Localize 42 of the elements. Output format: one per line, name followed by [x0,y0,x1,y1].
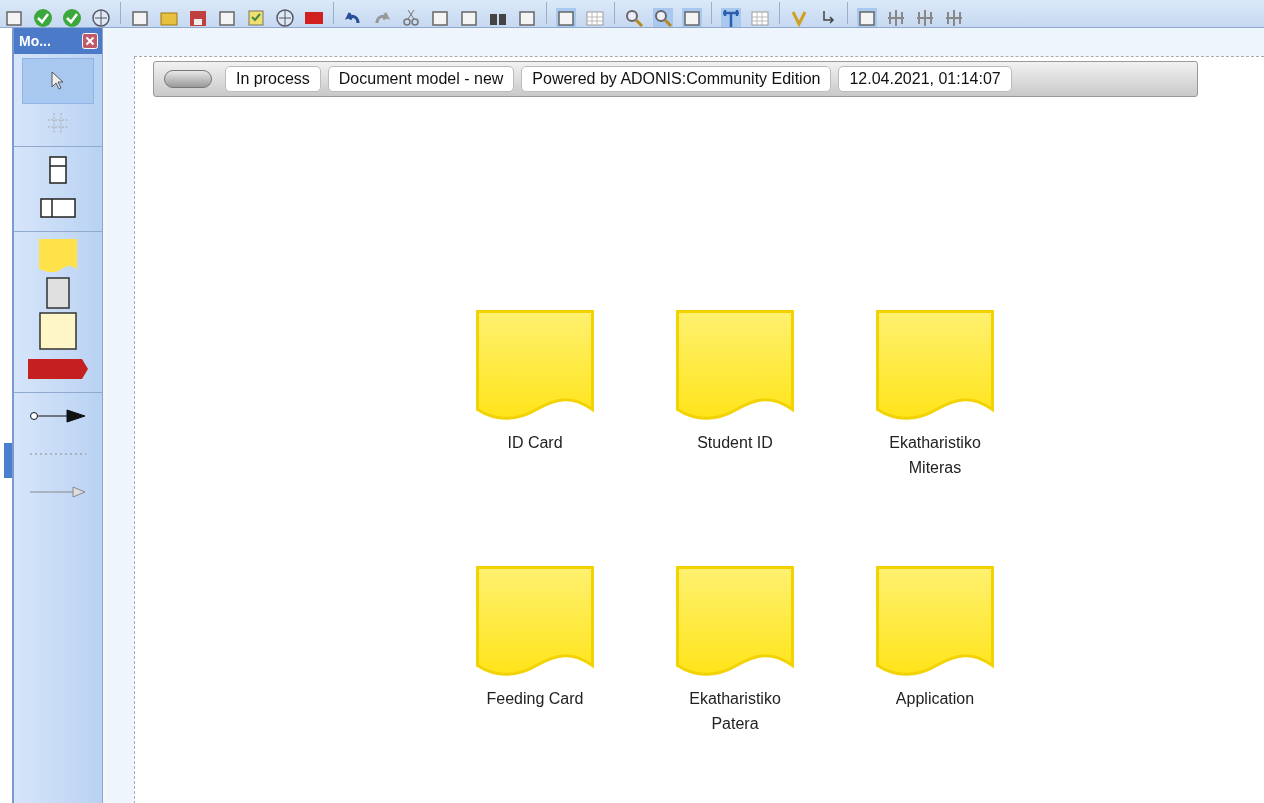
align-icon[interactable] [944,8,964,27]
globe-icon[interactable] [91,8,111,27]
document-icon [38,238,78,272]
note-icon[interactable] [246,8,266,27]
check-icon[interactable] [62,8,82,27]
process-arrow-icon [27,358,89,380]
zoom-icon[interactable] [624,8,644,27]
swimlane-icon [40,198,76,218]
document-label: Student ID [696,433,774,453]
document-label: ID Card [506,433,564,453]
align-icon[interactable] [915,8,935,27]
window-icon[interactable] [4,8,24,27]
close-icon[interactable] [82,33,98,49]
zoom-icon[interactable] [653,8,673,27]
scissors-icon[interactable] [401,8,421,27]
check-icon[interactable] [33,8,53,27]
save-icon[interactable] [188,8,208,27]
document-label: Ekatharistiko Miteras [888,433,982,478]
dotted-line-icon [29,451,87,457]
status-field: Document model - new [327,66,515,92]
status-field: In process [225,66,321,92]
note-icon [39,312,77,350]
palette-title: Mo... [19,33,51,49]
status-field: 12.04.2021, 01:14:07 [838,66,1012,92]
swimlane-icon [49,156,67,184]
document-icon[interactable] [130,8,150,27]
document-label: Ekatharistiko Patera [688,689,782,734]
align-icon[interactable] [886,8,906,27]
status-field: Powered by ADONIS:Community Edition [521,66,832,92]
document-label: Application [894,689,976,709]
globe-icon[interactable] [275,8,295,27]
box-icon [46,277,70,309]
frame-icon[interactable] [857,8,877,27]
grid-icon [47,112,69,134]
table-icon[interactable] [585,8,605,27]
toggle-button[interactable] [164,70,212,88]
table-icon[interactable] [750,8,770,27]
arrow-icon [29,485,87,499]
frame-icon[interactable] [556,8,576,27]
connector-icon [29,409,87,423]
document-label: Feeding Card [485,689,585,709]
pointer-icon [50,71,66,91]
